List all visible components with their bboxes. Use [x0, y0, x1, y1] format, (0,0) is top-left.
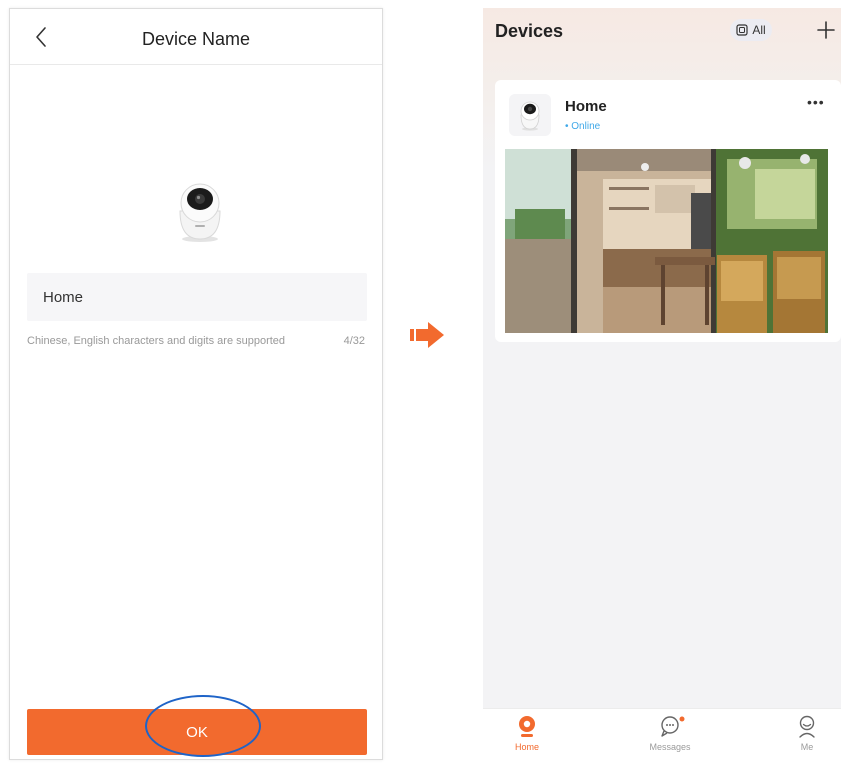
transition-arrow [410, 320, 450, 350]
tab-me-label: Me [800, 742, 814, 752]
message-icon [661, 716, 685, 737]
more-options-button[interactable]: ••• [807, 94, 825, 110]
kitchen-image [505, 149, 828, 333]
tab-home[interactable]: Home [497, 715, 557, 759]
add-device-button[interactable] [816, 20, 836, 40]
camera-image [172, 181, 228, 243]
home-camera-icon [519, 716, 535, 737]
camera-icon [520, 101, 540, 131]
bottom-tab-bar: Home Messages Me [483, 708, 841, 760]
device-status: • Online [565, 121, 601, 132]
input-hint: Chinese, English characters and digits a… [27, 335, 286, 347]
header: Device Name [10, 9, 382, 65]
camera-snapshot[interactable] [505, 149, 828, 333]
tab-me[interactable]: Me [777, 715, 837, 759]
ok-button-label: OK [186, 723, 208, 741]
ok-button[interactable]: OK [27, 695, 367, 757]
filter-all-label: All [752, 23, 766, 37]
device-name-screen: Device Name Chinese, English characters … [9, 8, 383, 760]
gallery-icon [736, 24, 748, 36]
device-name-input[interactable] [43, 273, 343, 321]
character-counter: 4/32 [343, 335, 365, 347]
page-title: Device Name [141, 29, 251, 49]
device-name-field[interactable] [27, 273, 367, 321]
page-title: Devices [495, 21, 564, 41]
plus-icon [817, 21, 835, 39]
devices-screen: Devices All Home • Online ••• Home Messa… [483, 8, 841, 760]
tab-home-label: Home [514, 742, 539, 752]
device-card[interactable]: Home • Online ••• [495, 80, 841, 342]
arrow-right-icon [410, 322, 444, 348]
device-name: Home [565, 98, 607, 115]
tab-messages-label: Messages [649, 742, 691, 752]
user-icon [799, 715, 815, 738]
device-thumbnail [509, 94, 551, 136]
filter-all-button[interactable]: All [730, 19, 772, 41]
camera-icon [179, 183, 221, 242]
tab-messages[interactable]: Messages [640, 715, 700, 759]
